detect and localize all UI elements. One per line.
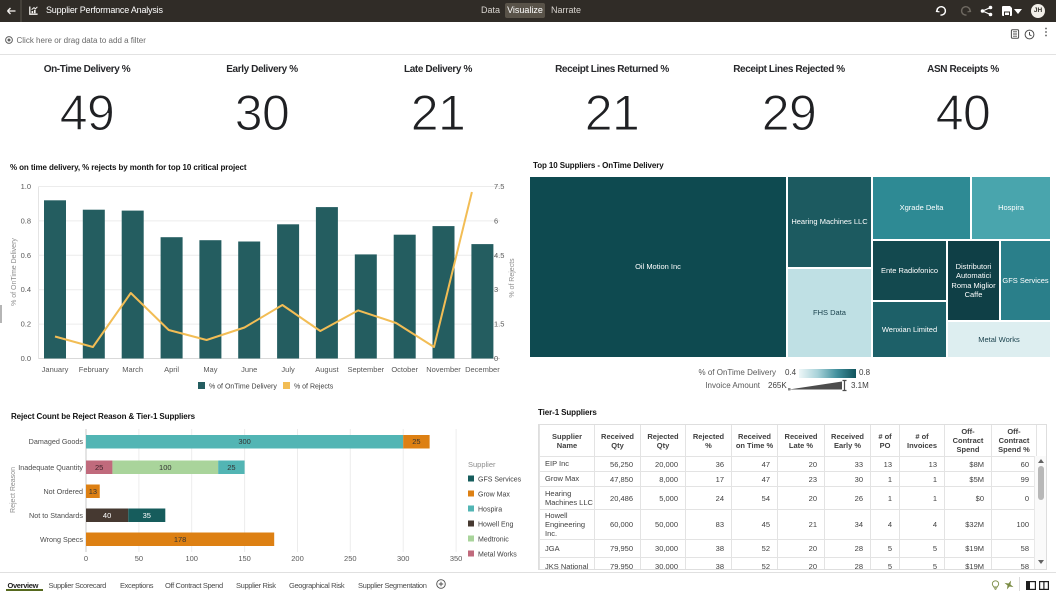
svg-text:0: 0 [84,554,88,563]
svg-text:25: 25 [95,463,103,472]
svg-text:40: 40 [103,511,111,520]
svg-text:Howell Eng: Howell Eng [478,522,514,529]
svg-text:0.4: 0.4 [21,285,31,294]
svg-text:25: 25 [227,463,235,472]
svg-text:1.5: 1.5 [494,320,504,329]
svg-text:January: January [42,365,69,374]
svg-text:0.6: 0.6 [21,251,31,260]
svg-text:% of OnTime Delivery: % of OnTime Delivery [209,384,277,391]
svg-text:50: 50 [135,554,143,563]
svg-text:7.5: 7.5 [494,182,504,191]
svg-text:35: 35 [143,511,151,520]
svg-text:Reject Count be Reject Reason: Reject Count be Reject Reason & Tier-1 S… [11,412,196,421]
svg-text:July: July [281,365,295,374]
svg-text:% of Rejects: % of Rejects [509,258,516,298]
svg-text:November: November [426,365,461,374]
svg-text:150: 150 [238,554,251,563]
svg-text:Medtronic: Medtronic [478,537,509,544]
svg-text:300: 300 [238,437,251,446]
svg-text:Inadequate Quantity: Inadequate Quantity [18,463,83,472]
svg-text:25: 25 [412,437,420,446]
svg-text:May: May [203,365,217,374]
svg-text:Damaged Goods: Damaged Goods [29,437,84,446]
svg-text:Reject Reason: Reject Reason [10,467,17,513]
svg-text:200: 200 [291,554,304,563]
svg-text:% on time delivery, % rejects: % on time delivery, % rejects by month f… [10,163,247,172]
svg-text:% of Rejects: % of Rejects [294,384,334,391]
svg-text:0.8: 0.8 [21,216,31,225]
svg-text:GFS Services: GFS Services [478,477,522,484]
svg-text:October: October [391,365,418,374]
svg-text:April: April [164,365,179,374]
svg-text:August: August [315,365,339,374]
svg-text:% of OnTime Delivery: % of OnTime Delivery [11,238,18,306]
svg-text:0: 0 [494,354,498,363]
svg-text:1.0: 1.0 [21,182,31,191]
svg-text:Wrong Specs: Wrong Specs [40,535,83,544]
svg-text:Supplier: Supplier [468,460,496,469]
svg-text:0.2: 0.2 [21,320,31,329]
svg-text:100: 100 [159,463,172,472]
svg-text:6: 6 [494,216,498,225]
svg-text:Grow Max: Grow Max [478,492,510,499]
svg-text:June: June [241,365,257,374]
svg-text:September: September [347,365,384,374]
svg-text:178: 178 [174,535,187,544]
svg-text:Metal Works: Metal Works [478,552,517,559]
svg-text:100: 100 [185,554,198,563]
svg-text:December: December [465,365,500,374]
svg-text:Not Ordered: Not Ordered [43,487,83,496]
svg-text:250: 250 [344,554,357,563]
svg-text:Not to Standards: Not to Standards [29,511,83,520]
svg-text:350: 350 [450,554,463,563]
svg-text:300: 300 [397,554,410,563]
svg-text:March: March [122,365,143,374]
svg-text:0.0: 0.0 [21,354,31,363]
svg-text:4.5: 4.5 [494,251,504,260]
svg-text:Hospira: Hospira [478,507,502,514]
svg-text:February: February [79,365,109,374]
svg-text:13: 13 [89,487,97,496]
svg-text:3: 3 [494,285,498,294]
